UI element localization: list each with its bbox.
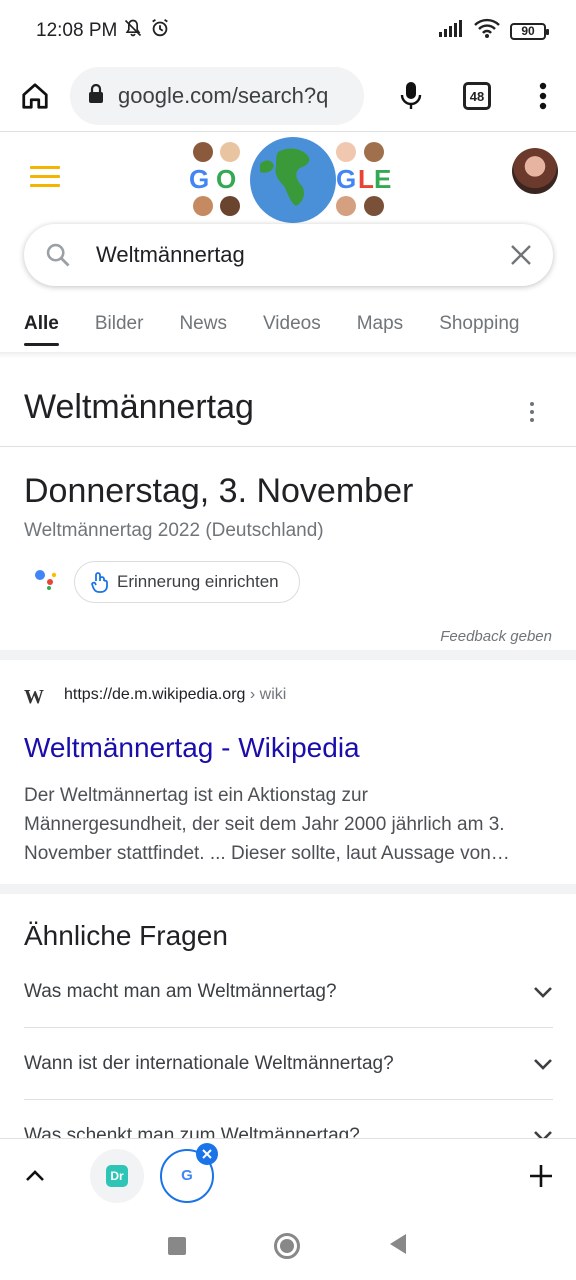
- svg-text:L: L: [358, 164, 374, 194]
- google-doodle-logo[interactable]: G O G L E: [186, 134, 400, 224]
- tab-thumbnail-google[interactable]: G: [160, 1142, 218, 1203]
- tab-count: 48: [463, 82, 491, 110]
- chevron-down-icon: [534, 987, 552, 998]
- alarm-icon: [149, 17, 171, 45]
- close-icon: [202, 1148, 212, 1159]
- google-header: G O G L E: [0, 132, 576, 224]
- tab-shopping[interactable]: Shopping: [439, 300, 519, 348]
- result-domain: https://de.m.wikipedia.org: [64, 686, 246, 703]
- lock-icon: [88, 83, 104, 109]
- wifi-icon: [474, 18, 500, 44]
- dr-app-icon: Dr: [106, 1164, 128, 1187]
- question-text: Wann ist der internationale Weltmännerta…: [24, 1053, 394, 1074]
- tab-maps[interactable]: Maps: [357, 300, 403, 348]
- knowledge-heading: Weltmännertag: [24, 388, 254, 426]
- google-favicon: G: [181, 1167, 193, 1184]
- home-icon: [22, 83, 48, 109]
- wikipedia-favicon: W: [24, 686, 44, 708]
- tab-videos[interactable]: Videos: [263, 300, 321, 348]
- home-system-button[interactable]: [274, 1233, 300, 1259]
- related-questions-title: Ähnliche Fragen: [24, 920, 228, 951]
- bottom-tab-strip: Dr G: [0, 1138, 576, 1212]
- svg-text:G: G: [189, 164, 209, 194]
- square-icon: [168, 1237, 186, 1255]
- status-time: 12:08 PM: [36, 20, 118, 41]
- battery-indicator: 90: [510, 22, 549, 40]
- result-title-link[interactable]: Weltmännertag - Wikipedia: [24, 732, 360, 764]
- question-text: Was macht man am Weltmännertag?: [24, 981, 337, 1002]
- new-tab-button[interactable]: [506, 1164, 576, 1188]
- set-reminder-button[interactable]: Erinnerung einrichten: [74, 561, 300, 603]
- home-button[interactable]: [0, 81, 70, 111]
- voice-search-button[interactable]: [378, 67, 444, 125]
- recents-button[interactable]: [168, 1237, 186, 1255]
- more-vert-icon: [539, 82, 547, 110]
- search-box[interactable]: Weltmännertag: [24, 224, 553, 286]
- browser-toolbar: google.com/search?q 48: [0, 62, 576, 130]
- event-subtitle: Weltmännertag 2022 (Deutschland): [24, 520, 324, 541]
- back-button[interactable]: [388, 1233, 408, 1260]
- circle-icon: [274, 1233, 300, 1259]
- snippet-line: Männergesundheit, der seit dem Jahr 2000…: [24, 814, 505, 835]
- chevron-down-icon: [534, 1059, 552, 1070]
- knowledge-divider: [0, 446, 576, 447]
- menu-button[interactable]: [30, 166, 60, 193]
- snippet-line: Der Weltmännertag ist ein Aktionstag zur: [24, 785, 368, 806]
- svg-text:E: E: [374, 164, 391, 194]
- related-question-item[interactable]: Was macht man am Weltmännertag?: [24, 956, 553, 1028]
- bell-off-icon: [123, 18, 143, 44]
- back-triangle-icon: [390, 1233, 406, 1254]
- section-separator: [0, 650, 576, 660]
- tab-alle[interactable]: Alle: [24, 300, 59, 348]
- chevron-up-icon: [26, 1169, 44, 1181]
- more-options-icon[interactable]: [526, 402, 538, 426]
- signal-icon: [438, 19, 464, 43]
- tab-thumbnail-dr[interactable]: Dr: [90, 1148, 144, 1203]
- event-date: Donnerstag, 3. November: [24, 472, 414, 510]
- tab-bilder[interactable]: Bilder: [95, 300, 144, 348]
- feedback-link[interactable]: Feedback geben: [440, 628, 552, 645]
- clear-icon[interactable]: [509, 243, 533, 267]
- plus-icon: [530, 1164, 552, 1187]
- related-question-item[interactable]: Wann ist der internationale Weltmännerta…: [24, 1028, 553, 1100]
- account-avatar[interactable]: [512, 148, 558, 194]
- svg-text:O: O: [216, 164, 236, 194]
- tab-switcher-button[interactable]: 48: [444, 67, 510, 125]
- expand-tabs-button[interactable]: [0, 1169, 70, 1182]
- reminder-label: Erinnerung einrichten: [117, 572, 279, 591]
- touch-icon: [91, 572, 108, 593]
- result-url[interactable]: https://de.m.wikipedia.org › wiki: [64, 686, 286, 704]
- url-text: google.com/search?q: [118, 83, 329, 108]
- close-tab-button[interactable]: [196, 1142, 218, 1165]
- system-navigation-bar: [0, 1212, 576, 1280]
- url-bar[interactable]: google.com/search?q: [70, 67, 364, 125]
- result-snippet: Der Weltmännertag ist ein Aktionstag zur…: [24, 781, 552, 868]
- search-icon: [46, 243, 70, 267]
- search-tabs: Alle Bilder News Videos Maps Shopping: [24, 300, 576, 350]
- browser-menu-button[interactable]: [510, 67, 576, 125]
- status-bar: 12:08 PM 90: [0, 0, 576, 62]
- snippet-line: November stattfindet. ... Dieser sollte,…: [24, 843, 510, 864]
- google-assistant-icon: [32, 566, 60, 590]
- section-separator: [0, 884, 576, 894]
- svg-text:G: G: [336, 164, 356, 194]
- tab-news[interactable]: News: [179, 300, 227, 348]
- search-input[interactable]: Weltmännertag: [96, 242, 509, 268]
- result-breadcrumb: › wiki: [249, 686, 287, 703]
- tabs-shadow: [0, 352, 576, 358]
- microphone-icon: [400, 82, 422, 109]
